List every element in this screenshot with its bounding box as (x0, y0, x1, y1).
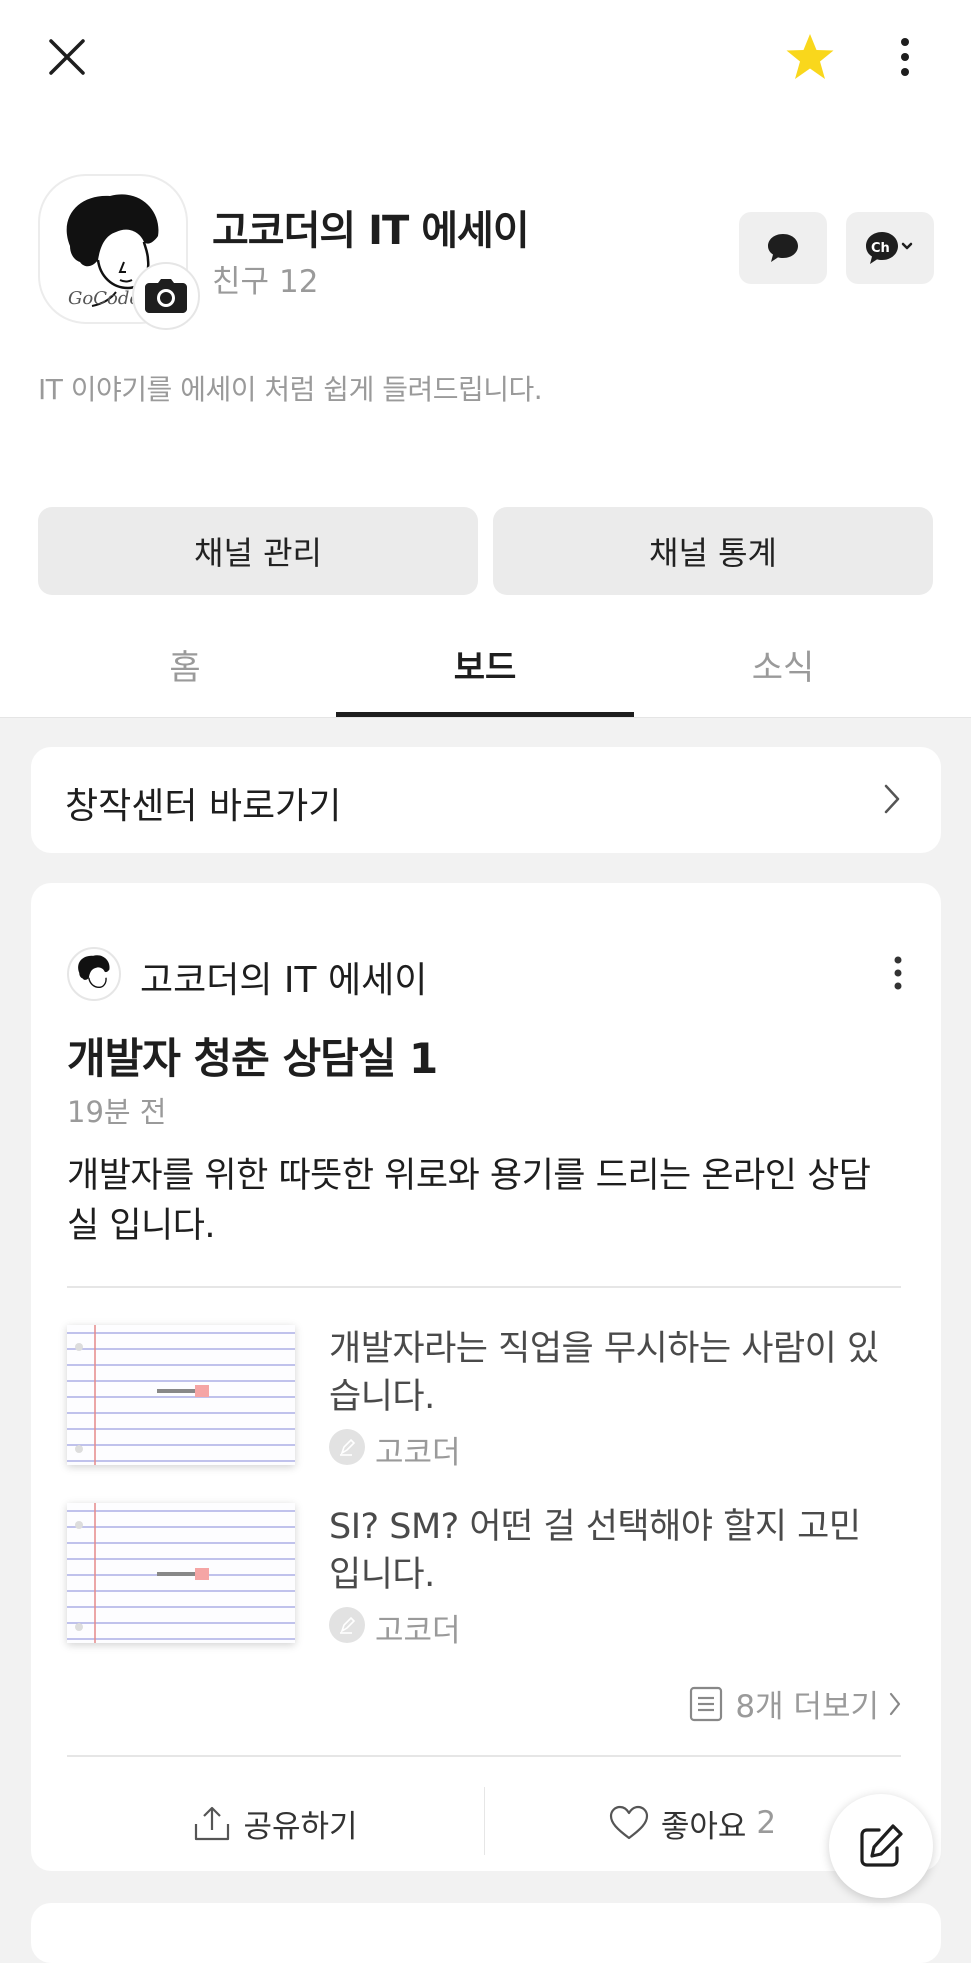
article-title: SI? SM? 어떤 걸 선택해야 할지 고민입니다. (329, 1507, 861, 1595)
profile-avatar-wrap: GoCoder (38, 174, 200, 330)
like-count: 2 (756, 1805, 777, 1841)
channel-icon: Ch (866, 232, 913, 264)
tab-home[interactable]: 홈 (36, 640, 334, 689)
top-bar (0, 0, 971, 118)
article-item[interactable]: SI? SM? 어떤 걸 선택해야 할지 고민입니다. 고코더 (67, 1503, 901, 1649)
chevron-right-icon (889, 1692, 901, 1715)
creator-center-link[interactable]: 창작센터 바로가기 (31, 747, 941, 853)
article-thumbnail (67, 1325, 295, 1465)
star-icon (786, 34, 834, 79)
friend-count-value: 12 (279, 264, 319, 300)
like-label: 좋아요 (660, 1808, 747, 1845)
chevron-right-icon (884, 784, 900, 814)
channel-description: IT 이야기를 에세이 처럼 쉽게 들려드립니다. (38, 373, 543, 406)
close-button[interactable] (30, 20, 104, 94)
article-title: 개발자라는 직업을 무시하는 사람이 있습니다. (329, 1329, 879, 1417)
tab-bar: 홈 보드 소식 (0, 620, 971, 718)
edit-icon (860, 1824, 903, 1867)
active-tab-indicator (336, 712, 634, 717)
svg-text:Ch: Ch (871, 241, 890, 256)
chat-button[interactable] (739, 212, 827, 284)
divider (67, 1755, 901, 1757)
share-icon (195, 1806, 230, 1841)
chat-bubble-icon (768, 234, 798, 262)
article-thumbnail (67, 1503, 295, 1643)
more-vertical-icon (901, 38, 909, 76)
author-icon (329, 1607, 365, 1643)
channel-name: 고코더의 IT 에세이 (212, 208, 530, 254)
article-author: 고코더 (375, 1613, 461, 1649)
article-item[interactable]: 개발자라는 직업을 무시하는 사람이 있습니다. 고코더 (67, 1325, 901, 1471)
favorite-button[interactable] (773, 20, 847, 94)
more-articles-label: 8개 더보기 (735, 1689, 879, 1725)
divider (67, 1286, 901, 1288)
article-author: 고코더 (375, 1435, 461, 1471)
tab-news[interactable]: 소식 (634, 640, 932, 689)
more-articles-link[interactable]: 8개 더보기 (689, 1681, 901, 1726)
notebook-paper-image (67, 1325, 295, 1465)
pen-icon (340, 1616, 356, 1634)
post-body: 개발자를 위한 따뜻한 위로와 용기를 드리는 온라인 상담실 입니다. (67, 1156, 871, 1246)
channel-menu-button[interactable]: Ch (846, 212, 934, 284)
author-icon (329, 1429, 365, 1465)
share-label: 공유하기 (243, 1808, 358, 1845)
close-icon (49, 39, 85, 75)
tab-board[interactable]: 보드 (336, 640, 634, 689)
pen-icon (340, 1438, 356, 1456)
channel-manage-button[interactable]: 채널 관리 (38, 507, 478, 595)
post-time: 19분 전 (67, 1095, 167, 1129)
channel-stats-button[interactable]: 채널 통계 (493, 507, 933, 595)
friend-label: 친구 (212, 264, 270, 300)
list-icon (690, 1686, 723, 1721)
creator-center-label: 창작센터 바로가기 (65, 786, 342, 827)
post-card: 고코더의 IT 에세이 개발자 청춘 상담실 1 19분 전 개발자를 위한 따… (31, 883, 941, 1871)
camera-icon (145, 279, 187, 313)
more-vertical-icon (894, 956, 902, 990)
notebook-paper-image (67, 1503, 295, 1643)
more-options-button[interactable] (868, 20, 942, 94)
avatar-illustration-small (78, 955, 110, 989)
post-title[interactable]: 개발자 청춘 상담실 1 (67, 1025, 438, 1086)
camera-button[interactable] (132, 262, 200, 330)
next-post-card (31, 1903, 941, 1963)
heart-icon (609, 1805, 648, 1840)
post-author-avatar[interactable] (67, 947, 121, 1001)
write-post-button[interactable] (829, 1794, 933, 1898)
share-button[interactable]: 공유하기 (67, 1783, 484, 1863)
post-author[interactable]: 고코더의 IT 에세이 (140, 951, 427, 1003)
friend-count: 친구 12 (212, 256, 319, 301)
post-more-button[interactable] (873, 943, 923, 1003)
